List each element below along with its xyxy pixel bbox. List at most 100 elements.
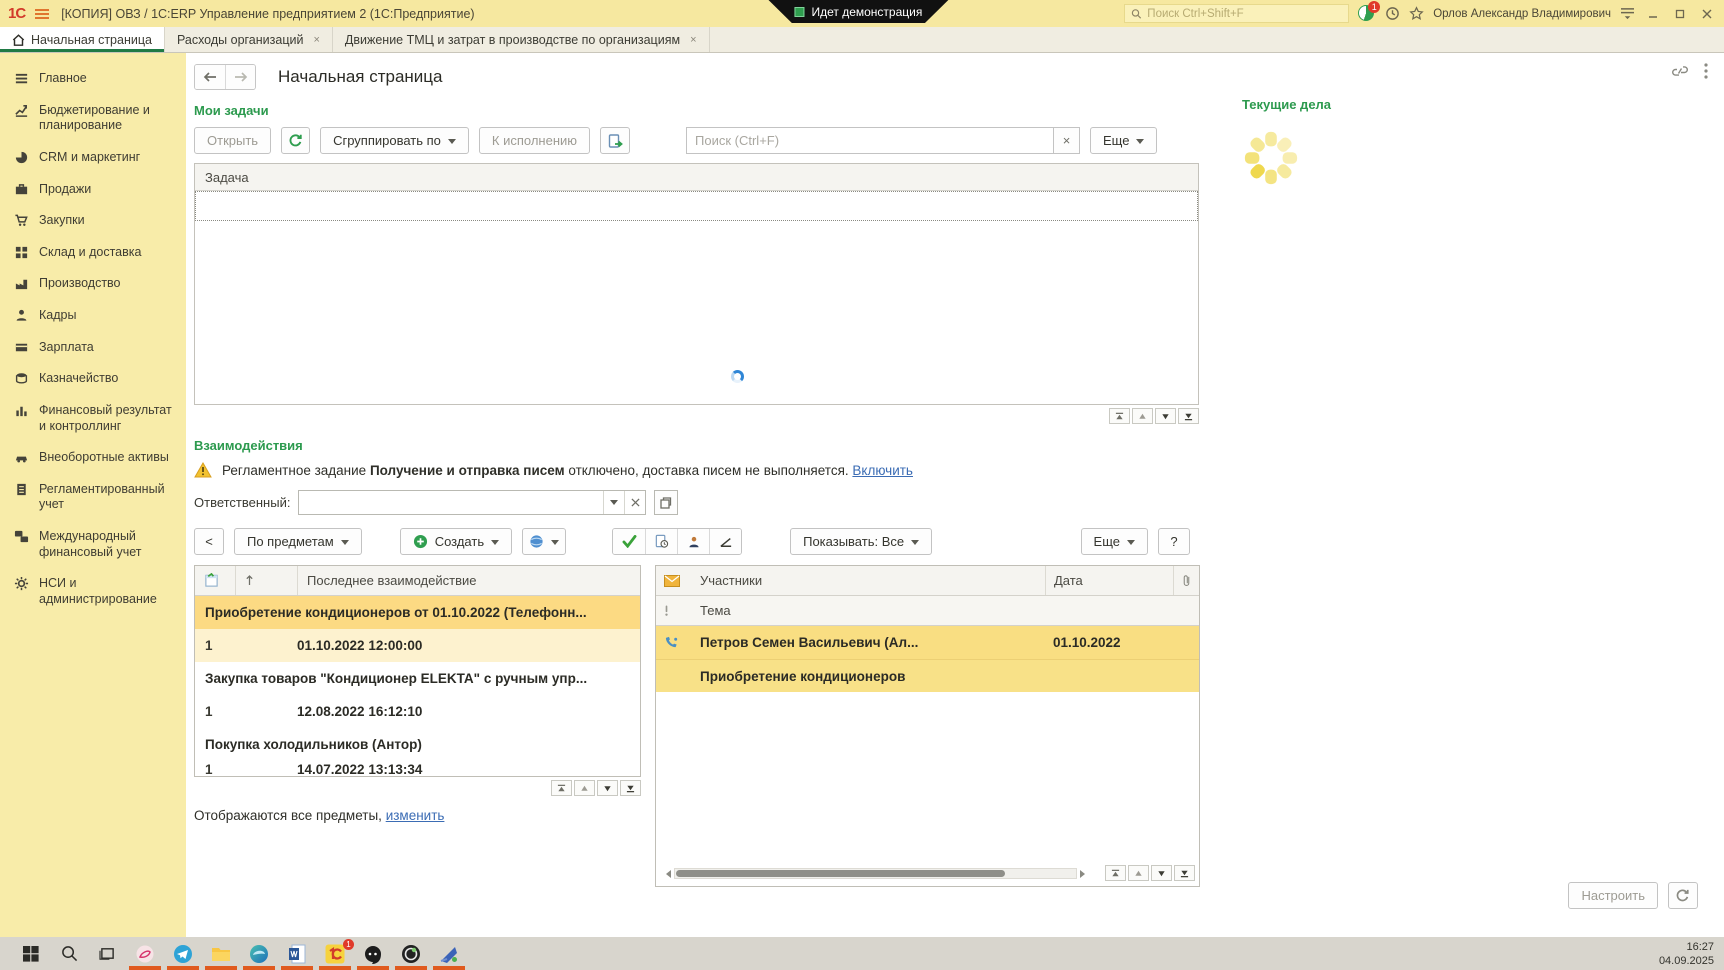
collapse-panel-button[interactable]: < <box>194 528 224 555</box>
app-icon-chat[interactable] <box>354 937 392 970</box>
tasks-column-header[interactable]: Задача <box>195 164 1198 191</box>
sidebar-item-budgeting[interactable]: Бюджетирование и планирование <box>0 95 186 142</box>
responsible-filter-button[interactable] <box>677 529 710 554</box>
first-page-button[interactable] <box>1105 865 1126 881</box>
last-page-button[interactable] <box>1178 408 1199 424</box>
tasks-empty-selected-row[interactable] <box>195 191 1198 221</box>
scroll-right-icon[interactable] <box>1080 869 1089 878</box>
interaction-type-column[interactable] <box>656 566 692 595</box>
app-icon-word[interactable] <box>278 937 316 970</box>
sidebar-item-main[interactable]: Главное <box>0 63 186 95</box>
scrollbar-thumb[interactable] <box>676 870 1005 877</box>
forward-button[interactable] <box>225 65 255 89</box>
open-responsible-button[interactable] <box>654 490 679 515</box>
sidebar-item-warehouse[interactable]: Склад и доставка <box>0 237 186 269</box>
next-page-button[interactable] <box>597 780 618 796</box>
sidebar-item-assets[interactable]: Внеоборотные активы <box>0 442 186 474</box>
taskbar-clock[interactable]: 16:27 04.09.2025 <box>1659 940 1714 969</box>
current-user[interactable]: Орлов Александр Владимирович <box>1433 8 1611 20</box>
sidebar-item-crm[interactable]: CRM и маркетинг <box>0 142 186 174</box>
interaction-row[interactable]: Петров Семен Васильевич (Ал... 01.10.202… <box>656 626 1199 659</box>
subject-row[interactable]: Покупка холодильников (Антор) <box>195 728 640 761</box>
send-email-split-button[interactable] <box>522 528 567 555</box>
app-icon-paint[interactable] <box>126 937 164 970</box>
main-menu-icon[interactable] <box>35 8 50 19</box>
sidebar-item-production[interactable]: Производство <box>0 268 186 300</box>
importance-column[interactable] <box>656 596 692 625</box>
show-filter-button[interactable]: Показывать: Все <box>790 528 933 555</box>
minimize-button[interactable] <box>1644 6 1662 22</box>
history-icon[interactable] <box>1385 6 1400 21</box>
subject-row[interactable]: Закупка товаров "Кондиционер ELEKTA" с р… <box>195 662 640 695</box>
sidebar-item-regulated[interactable]: Регламентированный учет <box>0 474 186 521</box>
app-icon-telegram[interactable] <box>164 937 202 970</box>
tasks-table[interactable]: Задача <box>194 163 1199 405</box>
sidebar-item-purchases[interactable]: Закупки <box>0 205 186 237</box>
participants-column[interactable]: Участники <box>692 566 1045 595</box>
refresh-current-affairs-button[interactable] <box>1668 882 1698 909</box>
restore-button[interactable] <box>1671 6 1689 22</box>
clear-search-button[interactable]: × <box>1054 127 1081 154</box>
combo-clear-button[interactable] <box>624 491 645 514</box>
tab-tmc-movement[interactable]: Движение ТМЦ и затрат в производстве по … <box>333 27 710 52</box>
link-icon[interactable] <box>1672 64 1688 78</box>
prev-page-button[interactable] <box>574 780 595 796</box>
sidebar-item-finresult[interactable]: Финансовый результат и контроллинг <box>0 395 186 442</box>
sidebar-item-international[interactable]: Международный финансовый учет <box>0 521 186 568</box>
first-page-button[interactable] <box>551 780 572 796</box>
subject-detail-row-clipped[interactable]: 1 14.07.2022 13:13:34 <box>195 761 640 777</box>
last-interaction-column[interactable]: Последнее взаимодействие <box>297 566 640 595</box>
deferred-interactions-button[interactable] <box>645 529 678 554</box>
tasks-search-input[interactable] <box>695 133 1046 148</box>
app-icon-network[interactable] <box>430 937 468 970</box>
prev-page-button[interactable] <box>1132 408 1153 424</box>
subject-type-column[interactable] <box>195 566 235 595</box>
last-page-button[interactable] <box>620 780 641 796</box>
global-search[interactable] <box>1124 4 1350 23</box>
scroll-left-icon[interactable] <box>662 869 671 878</box>
last-page-button[interactable] <box>1174 865 1195 881</box>
service-menu-icon[interactable] <box>1620 7 1635 20</box>
task-view-button[interactable] <box>88 937 126 970</box>
notifications-button[interactable]: 1 <box>1358 0 1381 23</box>
close-button[interactable] <box>1698 6 1716 22</box>
help-button[interactable]: ? <box>1158 528 1190 555</box>
create-button[interactable]: Создать <box>399 528 513 555</box>
enable-link[interactable]: Включить <box>852 463 913 478</box>
responsible-combo[interactable] <box>298 490 647 515</box>
change-filter-link[interactable]: изменить <box>386 808 445 823</box>
interactions-more-button[interactable]: Еще <box>1080 528 1148 555</box>
next-page-button[interactable] <box>1155 408 1176 424</box>
subject-detail-row[interactable]: 1 12.08.2022 16:12:10 <box>195 695 640 728</box>
back-button[interactable] <box>195 65 225 89</box>
configure-button[interactable]: Настроить <box>1568 882 1658 909</box>
app-icon-1c[interactable]: 1 <box>316 937 354 970</box>
tasks-more-button[interactable]: Еще <box>1090 127 1158 154</box>
subject-detail-row[interactable]: 1 01.10.2022 12:00:00 <box>195 629 640 662</box>
horizontal-scrollbar[interactable] <box>662 867 1089 880</box>
sidebar-item-sales[interactable]: Продажи <box>0 174 186 206</box>
forward-task-button[interactable] <box>600 127 631 154</box>
interactions-list[interactable]: Участники Дата Тема Петров Семен Василье… <box>655 565 1200 887</box>
taskbar-search-button[interactable] <box>50 937 88 970</box>
open-task-button[interactable]: Открыть <box>194 127 272 154</box>
app-icon-explorer[interactable] <box>202 937 240 970</box>
tab-expenses[interactable]: Расходы организаций × <box>165 27 333 52</box>
refresh-tasks-button[interactable] <box>281 127 311 154</box>
tab-home[interactable]: Начальная страница <box>0 27 165 52</box>
sidebar-item-treasury[interactable]: Казначейство <box>0 363 186 395</box>
topic-column[interactable]: Тема <box>692 596 1199 625</box>
combo-dropdown-button[interactable] <box>603 491 624 514</box>
interaction-topic-row[interactable]: Приобретение кондиционеров <box>656 659 1199 692</box>
responsible-input[interactable] <box>299 491 604 514</box>
by-subjects-button[interactable]: По предметам <box>234 528 362 555</box>
subject-row[interactable]: Приобретение кондиционеров от 01.10.2022… <box>195 596 640 629</box>
sidebar-item-nsi[interactable]: НСИ и администрирование <box>0 568 186 615</box>
mark-reviewed-button[interactable] <box>613 529 646 554</box>
tab-close-icon[interactable]: × <box>313 34 319 46</box>
next-page-button[interactable] <box>1151 865 1172 881</box>
sort-direction-button[interactable] <box>709 529 742 554</box>
favorites-star-icon[interactable] <box>1409 6 1424 21</box>
date-column[interactable]: Дата <box>1045 566 1173 595</box>
prev-page-button[interactable] <box>1128 865 1149 881</box>
